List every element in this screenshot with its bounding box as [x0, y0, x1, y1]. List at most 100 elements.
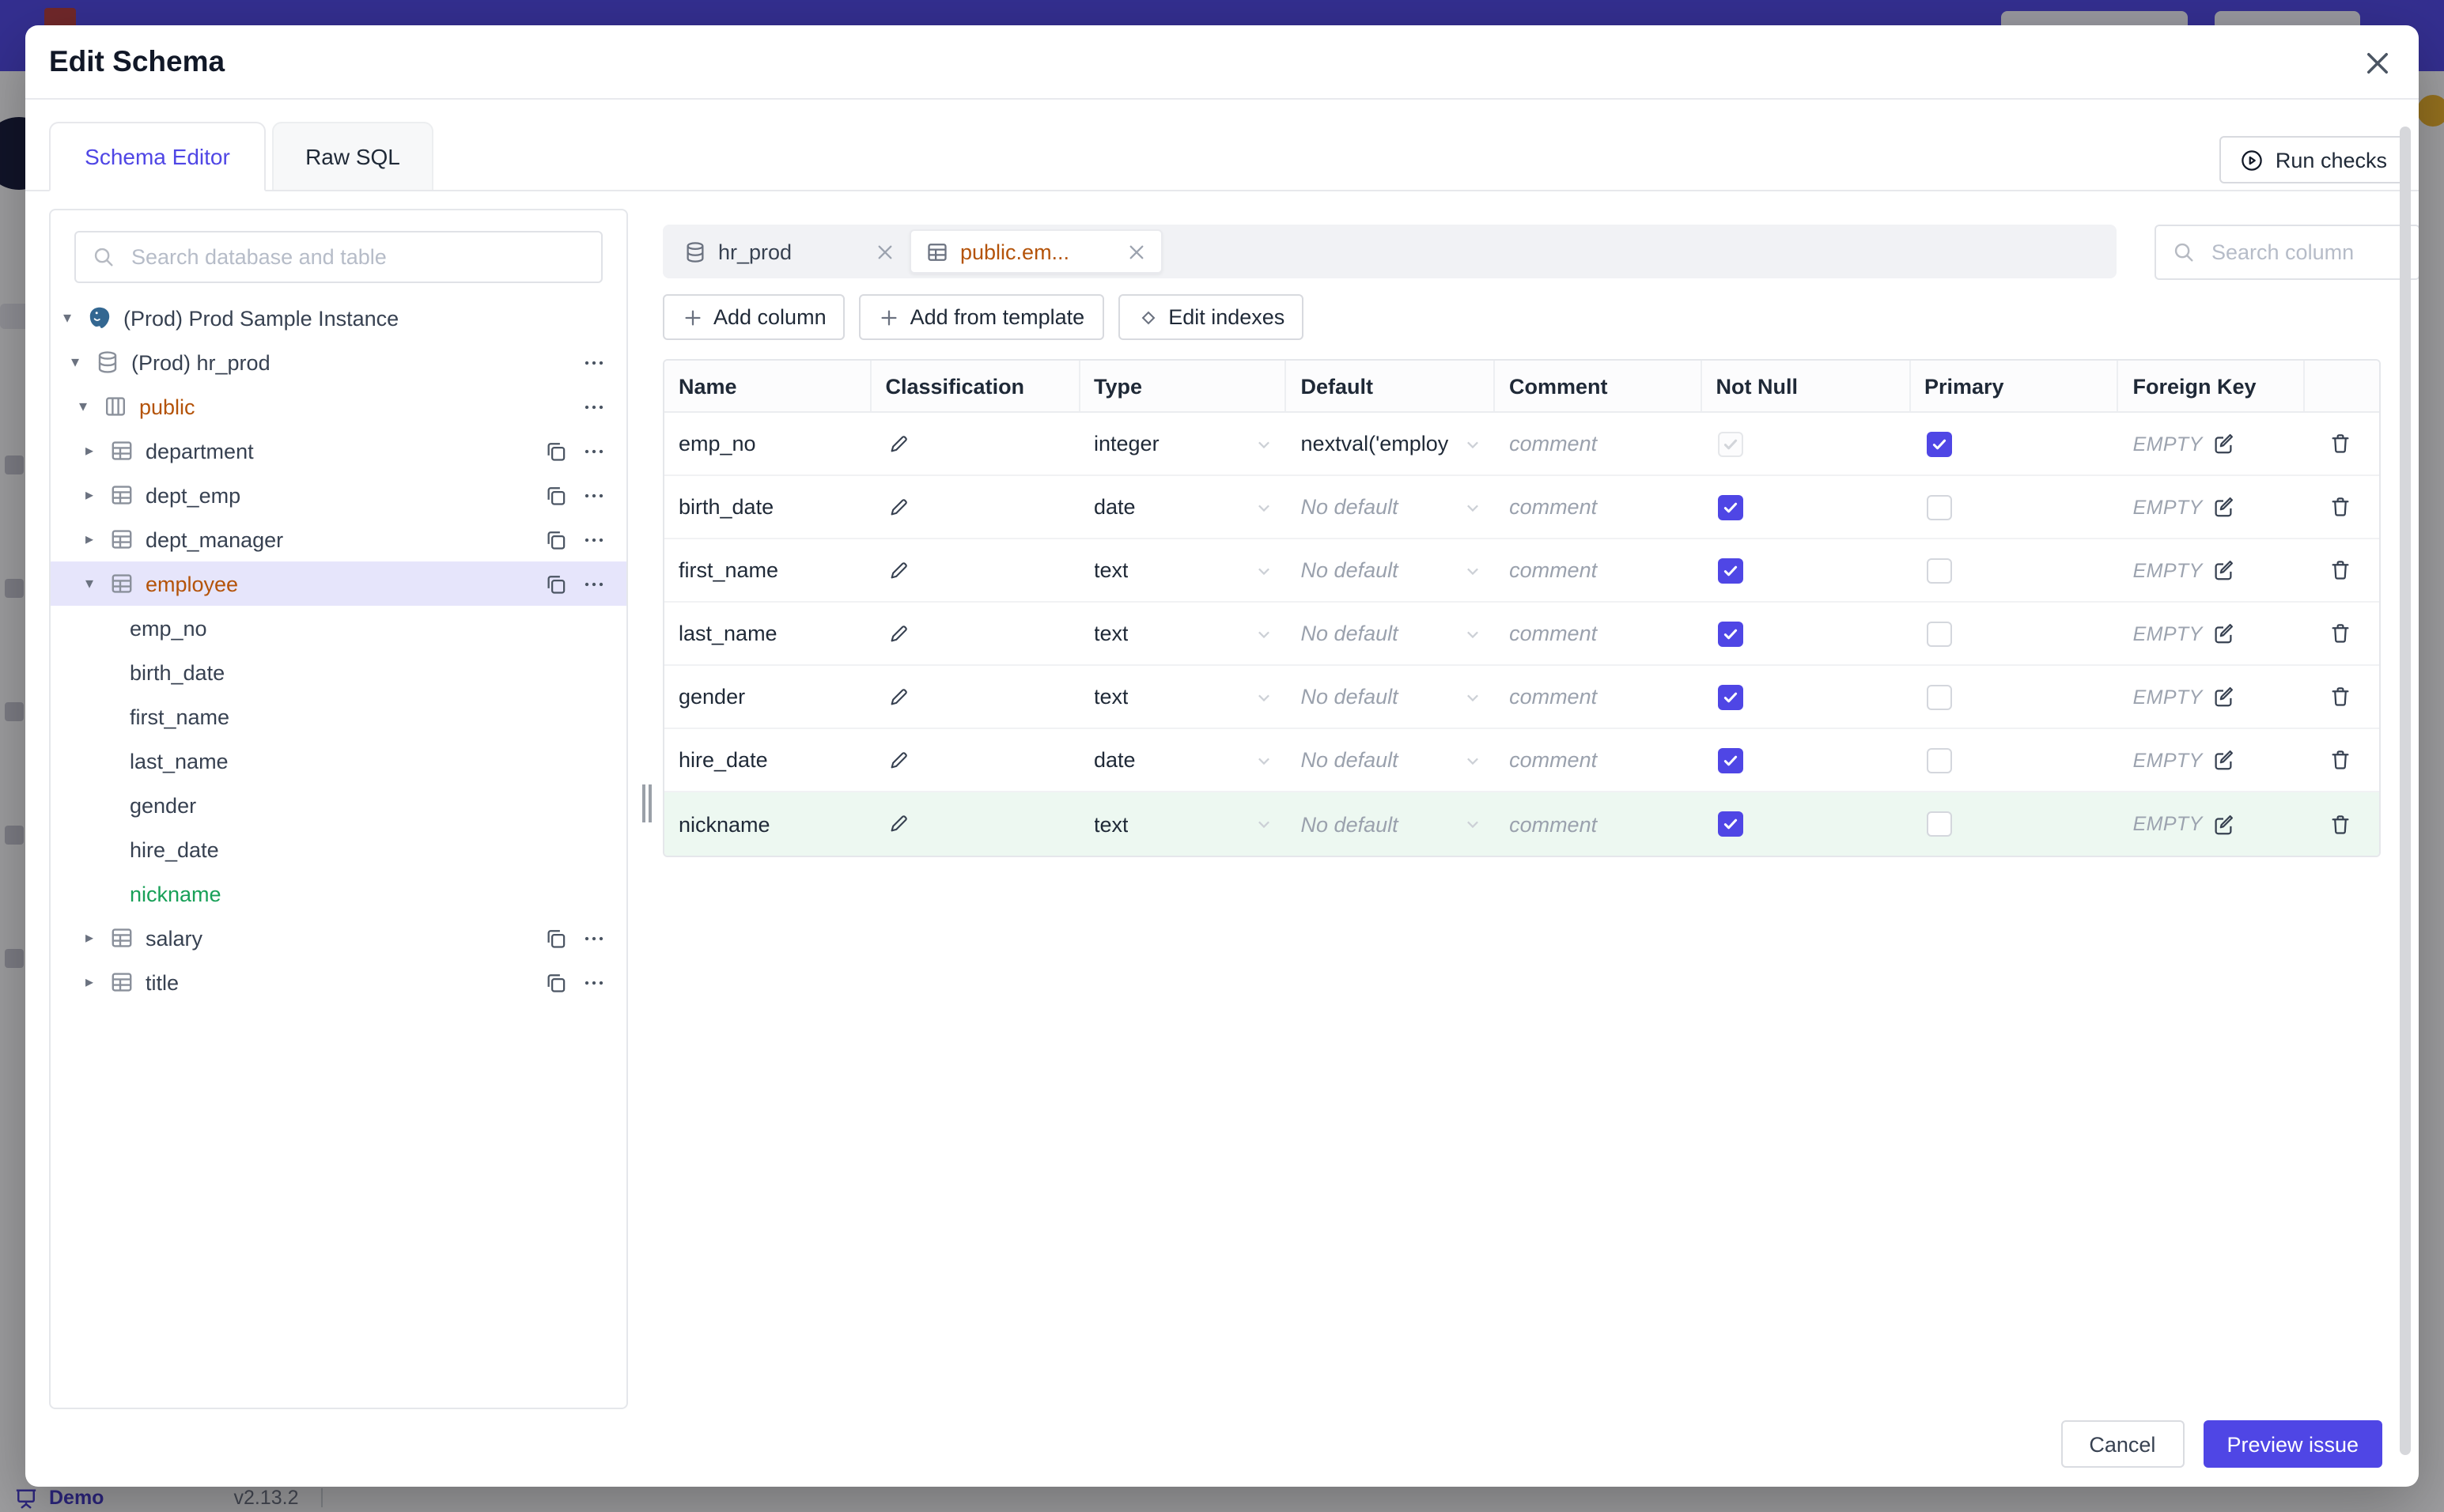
chevron-right-icon[interactable]: ▸: [85, 929, 109, 947]
checkbox-unchecked[interactable]: [1926, 747, 1952, 773]
default-select[interactable]: No default: [1287, 476, 1496, 538]
tree-item-birth_date[interactable]: birth_date: [51, 650, 626, 694]
copy-icon[interactable]: [544, 439, 568, 463]
copy-icon[interactable]: [544, 527, 568, 551]
pencil-icon[interactable]: [887, 622, 910, 644]
copy-icon[interactable]: [544, 483, 568, 507]
tree-item-department[interactable]: ▸ department: [51, 429, 626, 473]
tree-item-public[interactable]: ▾ public: [51, 384, 626, 429]
trash-icon[interactable]: [2329, 748, 2352, 772]
more-actions-icon[interactable]: [582, 527, 606, 551]
modal-scrollbar[interactable]: [2400, 127, 2411, 1455]
tree-item-title[interactable]: ▸ title: [51, 960, 626, 1004]
checkbox-checked[interactable]: [1717, 558, 1743, 583]
checkbox-checked[interactable]: [1717, 747, 1743, 773]
column-name-cell[interactable]: gender: [664, 666, 872, 728]
column-name-cell[interactable]: last_name: [664, 603, 872, 664]
close-tab-icon[interactable]: [875, 241, 895, 262]
trash-icon[interactable]: [2329, 685, 2352, 709]
column-name-cell[interactable]: first_name: [664, 539, 872, 601]
pencil-icon[interactable]: [887, 686, 910, 708]
copy-icon[interactable]: [544, 572, 568, 595]
edit-foreign-key-icon[interactable]: [2212, 432, 2236, 455]
checkbox-checked[interactable]: [1717, 811, 1743, 837]
comment-input[interactable]: comment: [1495, 413, 1702, 474]
tree-item-gender[interactable]: gender: [51, 783, 626, 827]
checkbox-unchecked[interactable]: [1926, 811, 1952, 837]
more-actions-icon[interactable]: [582, 350, 606, 374]
comment-input[interactable]: comment: [1495, 729, 1702, 791]
run-checks-button[interactable]: Run checks: [2219, 136, 2408, 183]
checkbox-checked[interactable]: [1926, 431, 1952, 456]
tree-item-last_name[interactable]: last_name: [51, 739, 626, 783]
checkbox-unchecked[interactable]: [1926, 621, 1952, 646]
column-name-cell[interactable]: birth_date: [664, 476, 872, 538]
comment-input[interactable]: comment: [1495, 539, 1702, 601]
tree-item-first_name[interactable]: first_name: [51, 694, 626, 739]
chevron-down-icon[interactable]: ▾: [63, 309, 87, 327]
pencil-icon[interactable]: [887, 559, 910, 581]
edit-foreign-key-icon[interactable]: [2212, 495, 2236, 519]
comment-input[interactable]: comment: [1495, 476, 1702, 538]
cancel-button[interactable]: Cancel: [2060, 1420, 2185, 1468]
close-icon[interactable]: [2362, 47, 2393, 79]
pencil-icon[interactable]: [887, 496, 910, 518]
type-select[interactable]: text: [1080, 539, 1287, 601]
column-name-cell[interactable]: nickname: [664, 792, 872, 856]
more-actions-icon[interactable]: [582, 395, 606, 418]
close-tab-icon[interactable]: [1126, 241, 1147, 262]
tree-item-dept_emp[interactable]: ▸ dept_emp: [51, 473, 626, 517]
editor-tab-hr_prod[interactable]: hr_prod: [669, 225, 910, 278]
tree-search-input[interactable]: [128, 244, 585, 270]
default-select[interactable]: No default: [1287, 792, 1496, 856]
tree-item-dept_manager[interactable]: ▸ dept_manager: [51, 517, 626, 561]
tree-item-hire_date[interactable]: hire_date: [51, 827, 626, 871]
comment-input[interactable]: comment: [1495, 666, 1702, 728]
chevron-down-icon[interactable]: ▾: [79, 398, 103, 415]
column-search-input[interactable]: [2208, 239, 2403, 266]
column-name-cell[interactable]: emp_no: [664, 413, 872, 474]
default-select[interactable]: No default: [1287, 539, 1496, 601]
panel-splitter[interactable]: [628, 209, 663, 1409]
trash-icon[interactable]: [2329, 558, 2352, 582]
edit-foreign-key-icon[interactable]: [2212, 685, 2236, 709]
type-select[interactable]: date: [1080, 729, 1287, 791]
chevron-down-icon[interactable]: ▾: [71, 353, 95, 371]
add-from-template-button[interactable]: Add from template: [859, 294, 1104, 340]
comment-input[interactable]: comment: [1495, 603, 1702, 664]
trash-icon[interactable]: [2329, 432, 2352, 455]
trash-icon[interactable]: [2329, 495, 2352, 519]
checkbox-checked[interactable]: [1717, 684, 1743, 709]
type-select[interactable]: text: [1080, 792, 1287, 856]
pencil-icon[interactable]: [887, 433, 910, 455]
tab-schema-editor[interactable]: Schema Editor: [49, 122, 266, 191]
column-name-cell[interactable]: hire_date: [664, 729, 872, 791]
type-select[interactable]: text: [1080, 666, 1287, 728]
more-actions-icon[interactable]: [582, 439, 606, 463]
preview-issue-button[interactable]: Preview issue: [2203, 1420, 2382, 1468]
type-select[interactable]: integer: [1080, 413, 1287, 474]
edit-foreign-key-icon[interactable]: [2212, 812, 2236, 836]
chevron-right-icon[interactable]: ▸: [85, 442, 109, 459]
tree-item-salary[interactable]: ▸ salary: [51, 916, 626, 960]
checkbox-checked[interactable]: [1717, 494, 1743, 520]
default-select[interactable]: No default: [1287, 666, 1496, 728]
more-actions-icon[interactable]: [582, 970, 606, 994]
more-actions-icon[interactable]: [582, 926, 606, 950]
copy-icon[interactable]: [544, 970, 568, 994]
chevron-right-icon[interactable]: ▸: [85, 486, 109, 504]
chevron-right-icon[interactable]: ▸: [85, 531, 109, 548]
tab-raw-sql[interactable]: Raw SQL: [272, 122, 433, 190]
checkbox-unchecked[interactable]: [1926, 558, 1952, 583]
chevron-down-icon[interactable]: ▾: [85, 575, 109, 592]
tree-item-(Prod) Prod Sample Instance[interactable]: ▾ (Prod) Prod Sample Instance: [51, 296, 626, 340]
edit-indexes-button[interactable]: Edit indexes: [1118, 294, 1304, 340]
more-actions-icon[interactable]: [582, 483, 606, 507]
copy-icon[interactable]: [544, 926, 568, 950]
pencil-icon[interactable]: [887, 813, 910, 835]
more-actions-icon[interactable]: [582, 572, 606, 595]
tree-item-employee[interactable]: ▾ employee: [51, 561, 626, 606]
tree-item-(Prod) hr_prod[interactable]: ▾ (Prod) hr_prod: [51, 340, 626, 384]
tree-item-emp_no[interactable]: emp_no: [51, 606, 626, 650]
editor-tab-public.em...[interactable]: public.em...: [910, 229, 1163, 274]
